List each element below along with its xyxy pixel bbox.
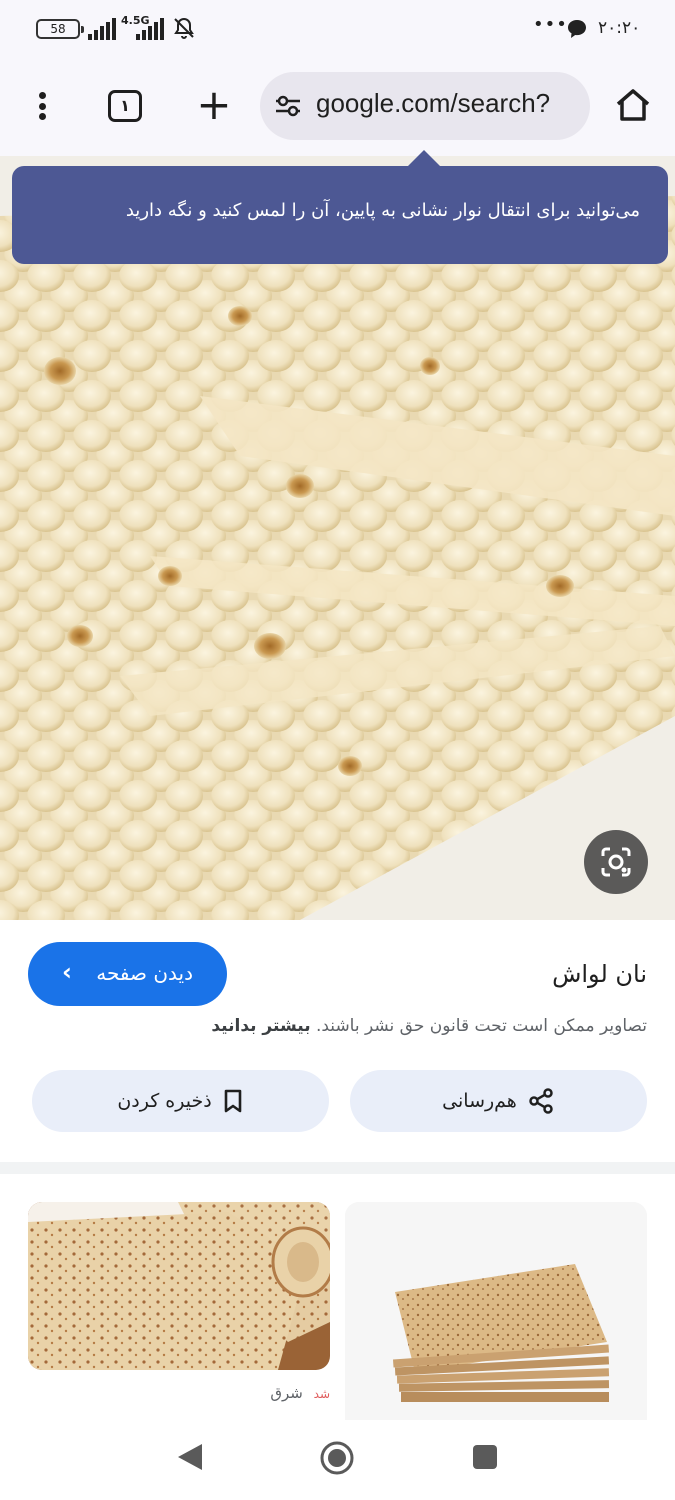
bookmark-icon xyxy=(224,1089,241,1113)
battery-level: 58 xyxy=(50,22,66,36)
related-image-lavash-stack[interactable] xyxy=(28,1202,330,1370)
chat-bubble-icon xyxy=(568,20,586,38)
related-images: شد شرق xyxy=(0,1174,675,1420)
tooltip-text: می‌توانید برای انتقال نوار نشانی به پایی… xyxy=(125,200,640,221)
home-icon[interactable] xyxy=(614,86,652,124)
bell-off-icon xyxy=(174,17,194,39)
visit-page-label: دیدن صفحه xyxy=(96,961,193,985)
tab-switcher-button[interactable]: ۱ xyxy=(108,90,142,122)
recents-icon[interactable] xyxy=(473,1445,497,1469)
url-text: google.com/search? xyxy=(316,88,551,118)
google-lens-button[interactable] xyxy=(584,830,648,894)
related-source[interactable]: شد شرق xyxy=(270,1384,330,1402)
new-tab-button[interactable]: + xyxy=(196,84,232,126)
share-button[interactable]: هم‌رسانی xyxy=(350,1070,647,1132)
main-image-lavash[interactable] xyxy=(0,156,675,920)
site-settings-icon[interactable] xyxy=(274,94,302,118)
chevron-left-icon: ‹ xyxy=(62,958,72,986)
share-label: هم‌رسانی xyxy=(442,1090,517,1112)
image-details-panel: دیدن صفحه ‹ نان لواش تصاویر ممکن است تحت… xyxy=(0,920,675,1162)
address-bar-tip[interactable]: می‌توانید برای انتقال نوار نشانی به پایی… xyxy=(12,150,668,264)
status-bar: 58 4.5G ••• ۲۰:۲۰ xyxy=(0,0,675,58)
copyright-text: تصاویر ممکن است تحت قانون حق نشر باشند. xyxy=(315,1016,647,1036)
address-bar[interactable]: google.com/search? xyxy=(260,72,590,140)
home-nav-icon[interactable] xyxy=(319,1440,355,1476)
lens-icon xyxy=(601,847,631,877)
image-title: نان لواش xyxy=(552,960,647,988)
copyright-notice: تصاویر ممکن است تحت قانون حق نشر باشند. … xyxy=(211,1016,647,1036)
source-name: شرق xyxy=(270,1384,303,1402)
visit-page-button[interactable]: دیدن صفحه ‹ xyxy=(28,942,227,1006)
more-notifications-icon: ••• xyxy=(533,14,568,35)
system-navigation-bar xyxy=(0,1420,675,1500)
battery-icon: 58 xyxy=(36,19,84,39)
browser-toolbar: ۱ + google.com/search? xyxy=(0,58,675,156)
related-image-matzah[interactable] xyxy=(345,1202,647,1420)
signal-strength-2-icon xyxy=(136,18,164,40)
clock: ۲۰:۲۰ xyxy=(598,18,641,38)
save-button[interactable]: ذخیره کردن xyxy=(32,1070,329,1132)
section-divider xyxy=(0,1162,675,1174)
learn-more-link[interactable]: بیشتر بدانید xyxy=(211,1016,310,1036)
source-logo: شد xyxy=(313,1387,330,1401)
more-menu-icon[interactable] xyxy=(28,88,56,124)
back-icon[interactable] xyxy=(176,1442,204,1472)
save-label: ذخیره کردن xyxy=(117,1090,212,1112)
share-icon xyxy=(529,1088,553,1114)
signal-strength-icon xyxy=(88,18,116,40)
